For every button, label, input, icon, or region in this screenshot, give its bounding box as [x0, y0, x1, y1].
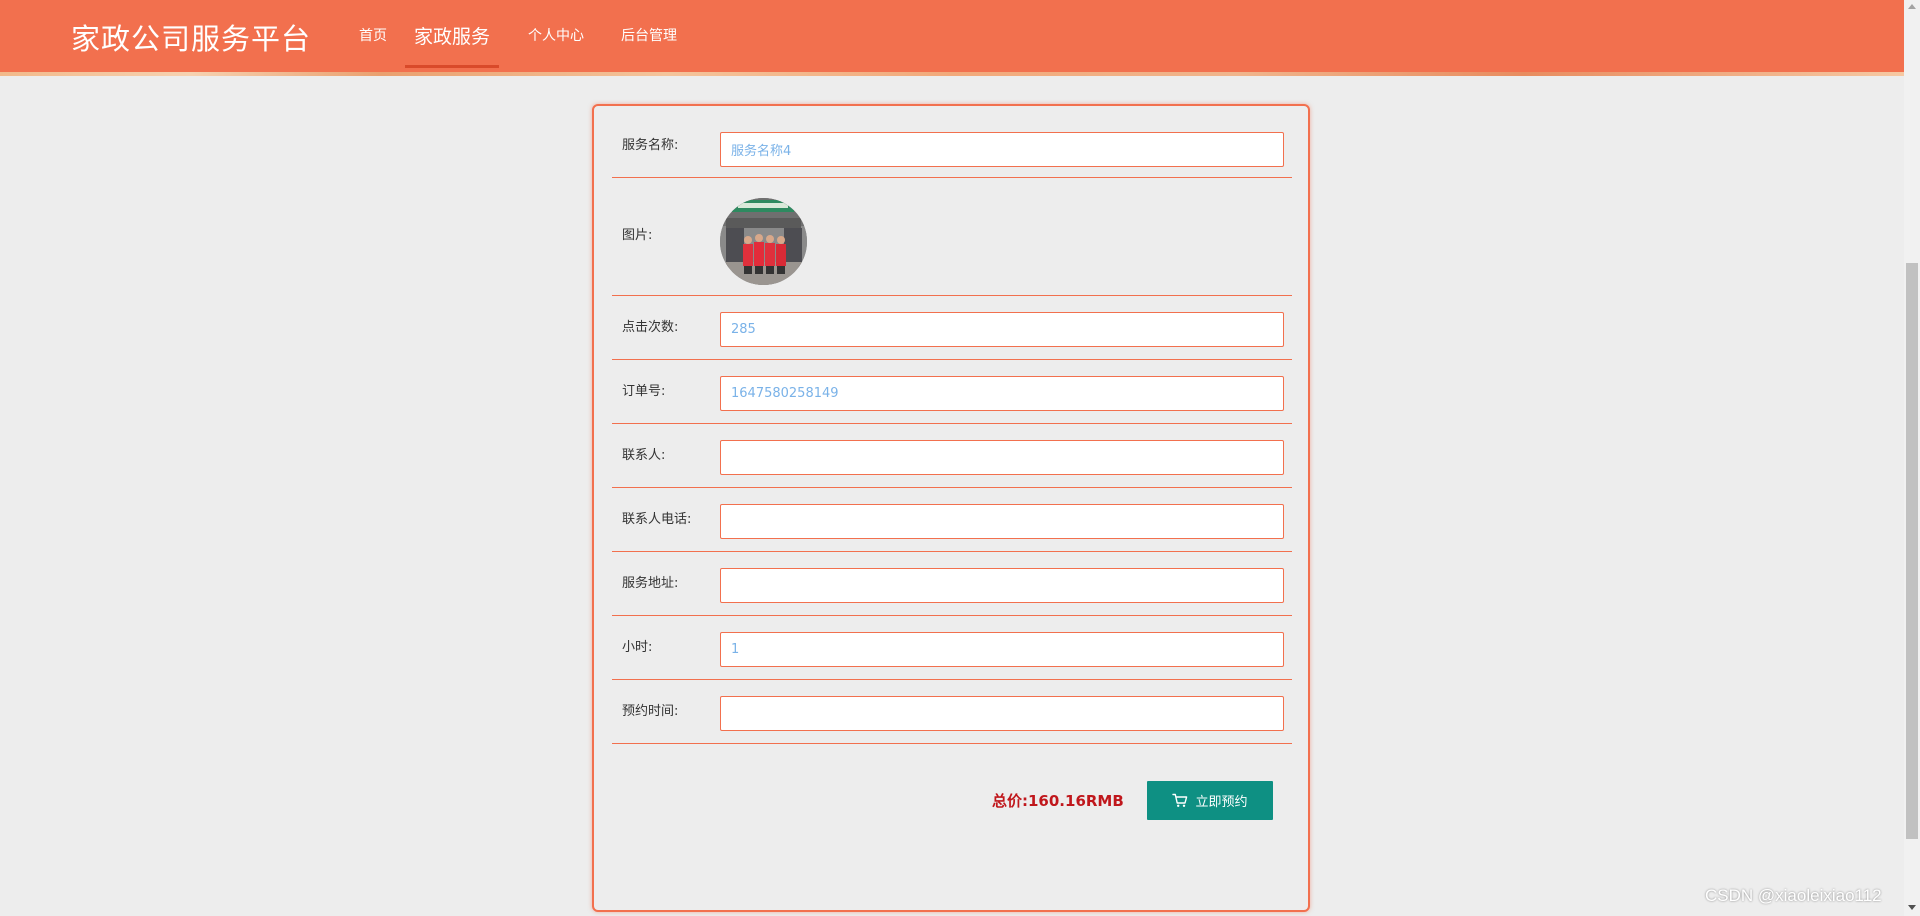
total-price: 总价:160.16RMB: [992, 790, 1124, 811]
cart-icon: [1172, 793, 1188, 807]
csdn-watermark: CSDN @xiaoleixiao112: [1705, 886, 1882, 905]
service-image: [720, 198, 807, 285]
total-price-value: 160.16RMB: [1028, 792, 1124, 810]
hours-field[interactable]: [720, 632, 1284, 667]
contact-label: 联系人:: [622, 448, 666, 463]
contact-field[interactable]: [720, 440, 1284, 475]
appointment-time-label: 预约时间:: [622, 704, 679, 719]
contact-phone-field[interactable]: [720, 504, 1284, 539]
service-name-field[interactable]: [720, 132, 1284, 167]
total-price-label: 总价:: [992, 792, 1028, 810]
click-count-field[interactable]: [720, 312, 1284, 347]
site-brand[interactable]: 家政公司服务平台: [71, 16, 311, 58]
image-label: 图片:: [622, 228, 653, 243]
scroll-down-arrow-icon[interactable]: [1908, 905, 1916, 910]
form-row-service-address: 服务地址:: [612, 552, 1292, 616]
book-now-label: 立即预约: [1195, 795, 1248, 810]
form-row-order-number: 订单号:: [612, 360, 1292, 424]
page: 家政公司服务平台 首页 家政服务 个人中心 后台管理 服务名称: 图片:: [0, 0, 1920, 916]
service-address-field[interactable]: [720, 568, 1284, 603]
nav-item-admin[interactable]: 后台管理: [602, 0, 695, 70]
banner-strip: [0, 72, 1904, 76]
service-address-label: 服务地址:: [622, 576, 679, 591]
nav-item-housekeeping-services[interactable]: 家政服务: [405, 0, 500, 70]
main-nav: 首页 家政服务 个人中心 后台管理: [350, 0, 695, 70]
scrollbar-thumb[interactable]: [1906, 263, 1918, 839]
hours-label: 小时:: [622, 640, 653, 655]
form-row-contact: 联系人:: [612, 424, 1292, 488]
top-navbar: 家政公司服务平台 首页 家政服务 个人中心 后台管理: [0, 0, 1904, 73]
appointment-time-field[interactable]: [720, 696, 1284, 731]
nav-item-home[interactable]: 首页: [350, 0, 405, 70]
order-number-field[interactable]: [720, 376, 1284, 411]
service-photo: [720, 198, 807, 285]
contact-phone-label: 联系人电话:: [622, 512, 692, 527]
service-name-label: 服务名称:: [622, 138, 679, 153]
form-row-click-count: 点击次数:: [612, 296, 1292, 360]
nav-item-personal-center[interactable]: 个人中心: [499, 0, 602, 70]
booking-form-card: 服务名称: 图片:: [592, 104, 1310, 912]
book-now-button[interactable]: 立即预约: [1147, 781, 1273, 820]
order-number-label: 订单号:: [622, 384, 666, 399]
form-row-appointment-time: 预约时间:: [612, 680, 1292, 744]
page-scrollbar[interactable]: [1904, 0, 1920, 916]
form-row-hours: 小时:: [612, 616, 1292, 680]
form-row-contact-phone: 联系人电话:: [612, 488, 1292, 552]
click-count-label: 点击次数:: [622, 320, 679, 335]
form-row-service-name: 服务名称:: [612, 106, 1292, 178]
scroll-up-arrow-icon[interactable]: [1908, 4, 1916, 9]
form-row-image: 图片:: [612, 178, 1292, 296]
